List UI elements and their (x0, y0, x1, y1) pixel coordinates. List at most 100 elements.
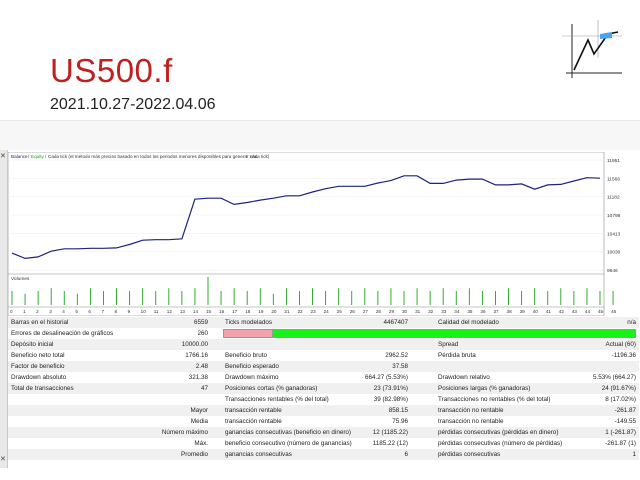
balance-chart: 1195111566111821079810413100309646 01234… (8, 152, 621, 316)
x-tick-label: 5 (75, 309, 78, 314)
table-row: Errores de desalineación de gráficos 260 (8, 328, 639, 339)
beneficio-neto-value: 1766.16 (185, 352, 208, 359)
x-tick-label: 13 (180, 309, 186, 314)
nmax-g-value: 12 (1185.22) (372, 429, 408, 436)
media-tr-value: 75.96 (392, 418, 408, 425)
nmax-p-value: 1 (-261.87) (605, 429, 636, 436)
max-label: Máx. (194, 440, 208, 447)
dd-max-label: Drawdown máximo (225, 374, 279, 381)
largas-value: 24 (91.67%) (601, 385, 636, 392)
esperado-value: 37.58 (392, 363, 408, 370)
volumes-label: Volumes (11, 276, 30, 282)
x-tick-label: 2 (36, 309, 39, 314)
x-tick-label: 27 (363, 309, 369, 314)
mayor-tnr-value: -261.87 (614, 407, 636, 414)
x-tick-label: 14 (193, 309, 199, 314)
x-tick-label: 41 (546, 309, 552, 314)
largas-label: Posiciones largas (% ganadoras) (438, 385, 531, 392)
cortas-label: Posiciones cortas (% ganadoras) (225, 385, 318, 392)
barras-label: Barras en el historial (11, 319, 69, 326)
x-tick-label: 46 (611, 309, 617, 314)
y-tick-label: 10030 (607, 250, 621, 256)
x-tick-label: 21 (284, 309, 290, 314)
quality-bar-red (223, 329, 273, 338)
legend-na: n/a (250, 154, 257, 159)
x-tick-label: 28 (376, 309, 382, 314)
prom-p-label: pérdidas consecutivas (438, 451, 501, 458)
x-tick-label: 9 (128, 309, 131, 314)
x-tick-label: 18 (245, 309, 251, 314)
x-tick-label: 30 (402, 309, 408, 314)
x-tick-label: 15 (206, 309, 212, 314)
max-p-label: pérdidas consecutivas (número de pérdida… (438, 440, 563, 447)
y-tick-label: 9646 (607, 268, 618, 274)
beneficio-bruto-value: 2962.52 (385, 352, 408, 359)
media-label: Media (190, 418, 208, 425)
tester-sidebar[interactable]: ✕ ✕ (0, 150, 8, 468)
x-tick-label: 29 (389, 309, 395, 314)
max-p-value: -261.87 (1) (605, 440, 636, 447)
calidad-value: n/a (627, 319, 636, 326)
x-tick-label: 20 (271, 309, 277, 314)
no-rentables-value: 8 (17.02%) (605, 396, 636, 403)
rentables-value: 39 (82.98%) (373, 396, 408, 403)
x-tick-label: 44 (585, 309, 591, 314)
y-tick-label: 11951 (607, 158, 620, 164)
x-tick-label: 0 (10, 309, 13, 314)
x-tick-label: 31 (415, 309, 421, 314)
close-icon[interactable]: ✕ (0, 455, 6, 463)
table-row: Depósito inicial 10000.00 Spread Actual … (8, 339, 639, 350)
beneficio-neto-label: Beneficio neto total (11, 352, 65, 359)
spread-label: Spread (438, 341, 459, 348)
max-g-label: beneficio consecutivo (número de gananci… (225, 440, 352, 447)
legend-equity: Equity (31, 154, 44, 159)
nmax-label: Número máximo (161, 429, 208, 436)
dd-abs-label: Drawdown absoluto (11, 374, 67, 381)
spread-value: Actual (60) (605, 341, 636, 348)
total-tx-value: 47 (200, 385, 208, 392)
deposito-value: 10000.00 (181, 341, 208, 348)
factor-label: Factor de beneficio (11, 363, 65, 370)
errores-value: 260 (197, 330, 208, 337)
x-tick-label: 12 (167, 309, 173, 314)
media-tnr-label: transacción no rentable (438, 418, 504, 425)
mayor-tnr-label: transacción no rentable (438, 407, 504, 414)
x-tick-label: 43 (572, 309, 578, 314)
prom-label: Promedio (181, 451, 208, 458)
x-tick-label: 36 (480, 309, 486, 314)
x-tick-label: 19 (258, 309, 264, 314)
factor-value: 2.48 (195, 363, 208, 370)
max-g-value: 1185.22 (12) (372, 440, 408, 447)
nmax-g-label: ganancias consecutivas (beneficio en din… (225, 429, 352, 436)
x-tick-label: 37 (493, 309, 499, 314)
dd-max-value: 664.27 (5.53%) (364, 374, 408, 381)
rentables-label: Transacciones rentables (% del total) (225, 396, 329, 403)
x-tick-label: 38 (507, 309, 513, 314)
x-tick-label: 33 (441, 309, 447, 314)
header-separator (0, 120, 640, 151)
prom-p-value: 1 (632, 451, 636, 458)
table-row: Mayor transacción rentable 858.15 transa… (8, 405, 639, 416)
table-row: Número máximo ganancias consecutivas (be… (8, 427, 639, 438)
close-icon[interactable]: ✕ (0, 152, 6, 160)
x-tick-label: 34 (454, 309, 460, 314)
x-tick-label: 6 (88, 309, 91, 314)
table-row: Drawdown absoluto 321.38 Drawdown máximo… (8, 372, 639, 383)
x-tick-label: 22 (297, 309, 303, 314)
x-tick-label: 23 (311, 309, 317, 314)
symbol-title: US500.f (50, 52, 173, 89)
x-tick-label: 35 (467, 309, 473, 314)
brand-logo-icon (562, 20, 622, 78)
mayor-tr-value: 858.15 (388, 407, 408, 414)
quality-bar-green (273, 329, 636, 338)
y-tick-label: 10798 (607, 213, 621, 219)
x-tick-label: 16 (219, 309, 225, 314)
nmax-p-label: pérdidas consecutivas (pérdidas en diner… (438, 429, 559, 436)
x-tick-label: 4 (62, 309, 65, 314)
table-row: Factor de beneficio 2.48 Beneficio esper… (8, 361, 639, 372)
dd-rel-label: Drawdown relativo (438, 374, 490, 381)
x-tick-label: 45 (598, 309, 604, 314)
media-tr-label: transacción rentable (225, 418, 282, 425)
table-row: Barras en el historial 6559 Ticks modela… (8, 317, 639, 328)
x-tick-label: 40 (533, 309, 539, 314)
